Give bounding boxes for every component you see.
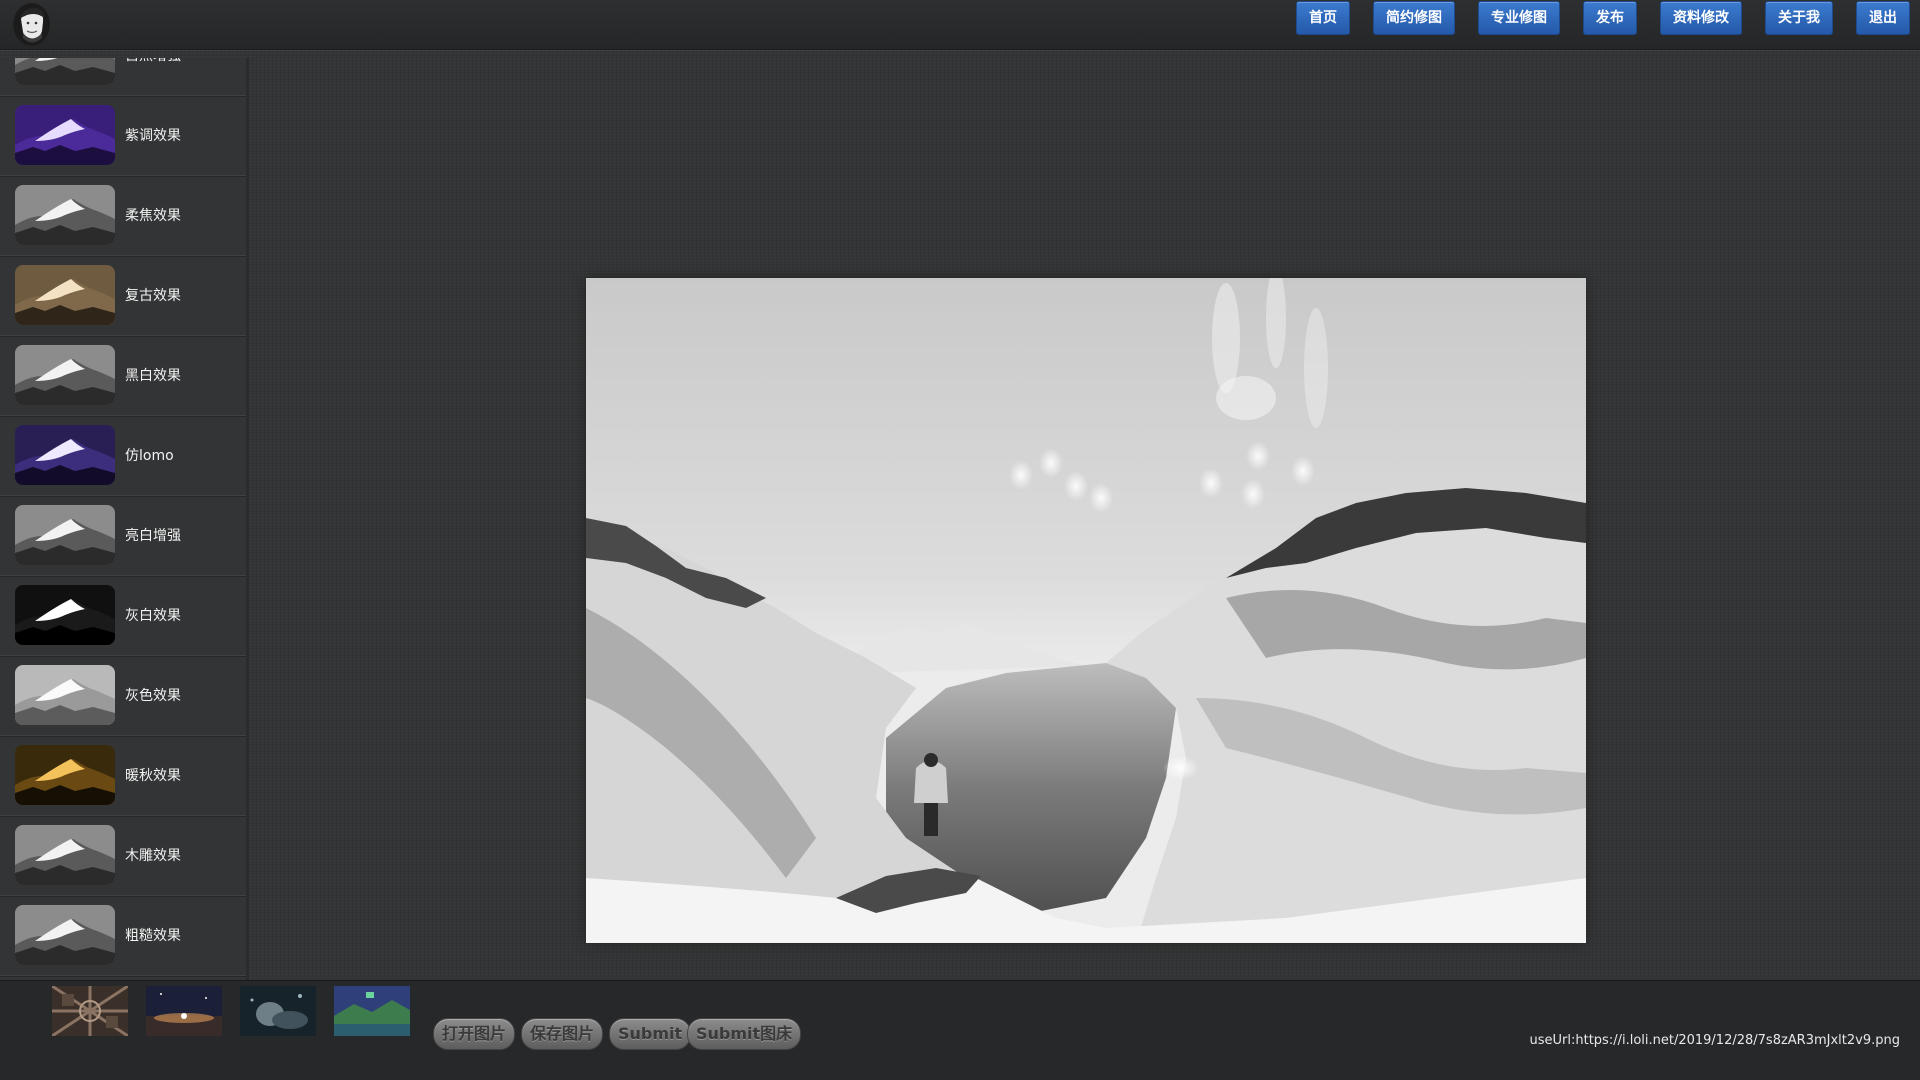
effect-item[interactable]: 暖秋效果 <box>0 736 246 816</box>
effect-preview-thumbnail <box>15 425 115 485</box>
effect-preview-thumbnail <box>15 265 115 325</box>
nav-pro-edit-button[interactable]: 专业修图 <box>1478 1 1560 35</box>
effect-label: 木雕效果 <box>125 848 181 864</box>
avatar-logo-icon[interactable] <box>13 3 51 46</box>
effect-label: 仿lomo <box>125 448 174 464</box>
effect-item[interactable]: 灰白效果 <box>0 576 246 656</box>
effect-item[interactable]: 仿lomo <box>0 416 246 496</box>
effect-item[interactable]: 自然增强 <box>0 58 246 96</box>
effect-label: 暖秋效果 <box>125 768 181 784</box>
effect-item[interactable]: 紫调效果 <box>0 96 246 176</box>
open-image-button[interactable]: 打开图片 <box>433 1018 516 1050</box>
effect-preview-thumbnail <box>15 825 115 885</box>
effect-preview-thumbnail <box>15 185 115 245</box>
effect-item[interactable]: 黑白效果 <box>0 336 246 416</box>
effect-label: 粗糙效果 <box>125 928 181 944</box>
effect-preview-thumbnail <box>15 505 115 565</box>
effect-item[interactable]: 亮白增强 <box>0 496 246 576</box>
effect-preview-thumbnail <box>15 585 115 645</box>
main-nav: 首页 简约修图 专业修图 发布 资料修改 关于我 退出 <box>1273 1 1910 35</box>
bottom-toolbar: 打开图片 保存图片 Submit Submit图床 useUrl:https:/… <box>0 980 1920 1080</box>
effect-label: 复古效果 <box>125 288 181 304</box>
nav-about-button[interactable]: 关于我 <box>1765 1 1833 35</box>
night-sky-thumbnail[interactable] <box>146 986 222 1036</box>
effect-label: 灰色效果 <box>125 688 181 704</box>
effect-label: 柔焦效果 <box>125 208 181 224</box>
effect-item[interactable]: 柔焦效果 <box>0 176 246 256</box>
submit-image-bed-button[interactable]: Submit图床 <box>687 1018 802 1050</box>
effect-preview-thumbnail <box>15 58 115 85</box>
effect-label: 灰白效果 <box>125 608 181 624</box>
effect-item[interactable]: 木雕效果 <box>0 816 246 896</box>
effects-sidebar[interactable]: 自然增强紫调效果柔焦效果复古效果黑白效果仿lomo 亮白增强灰白效果灰色效果暖秋效… <box>0 58 249 980</box>
use-url-status: useUrl:https://i.loli.net/2019/12/28/7s8… <box>1529 1033 1901 1048</box>
effect-preview-thumbnail <box>15 745 115 805</box>
effect-preview-thumbnail <box>15 665 115 725</box>
effect-preview-thumbnail <box>15 905 115 965</box>
pattern-thumbnail[interactable] <box>52 986 128 1036</box>
top-bar: 首页 简约修图 专业修图 发布 资料修改 关于我 退出 <box>0 0 1920 50</box>
effect-item[interactable]: 灰色效果 <box>0 656 246 736</box>
nav-profile-edit-button[interactable]: 资料修改 <box>1660 1 1742 35</box>
effect-label: 黑白效果 <box>125 368 181 384</box>
effect-label: 紫调效果 <box>125 128 181 144</box>
effects-list: 自然增强紫调效果柔焦效果复古效果黑白效果仿lomo 亮白增强灰白效果灰色效果暖秋效… <box>0 58 246 976</box>
effect-item[interactable]: 粗糙效果 <box>0 896 246 976</box>
portrait-thumbnail[interactable] <box>240 986 316 1036</box>
landscape-thumbnail[interactable] <box>334 986 410 1036</box>
effect-label: 自然增强 <box>125 58 181 65</box>
nav-publish-button[interactable]: 发布 <box>1583 1 1637 35</box>
effect-preview-thumbnail <box>15 105 115 165</box>
main-photo <box>586 278 1586 943</box>
save-image-button[interactable]: 保存图片 <box>521 1018 604 1050</box>
nav-simple-edit-button[interactable]: 简约修图 <box>1373 1 1455 35</box>
effect-label: 亮白增强 <box>125 528 181 544</box>
nav-logout-button[interactable]: 退出 <box>1856 1 1910 35</box>
submit-button[interactable]: Submit <box>609 1018 692 1050</box>
effect-item[interactable]: 复古效果 <box>0 256 246 336</box>
effect-preview-thumbnail <box>15 345 115 405</box>
nav-home-button[interactable]: 首页 <box>1296 1 1350 35</box>
